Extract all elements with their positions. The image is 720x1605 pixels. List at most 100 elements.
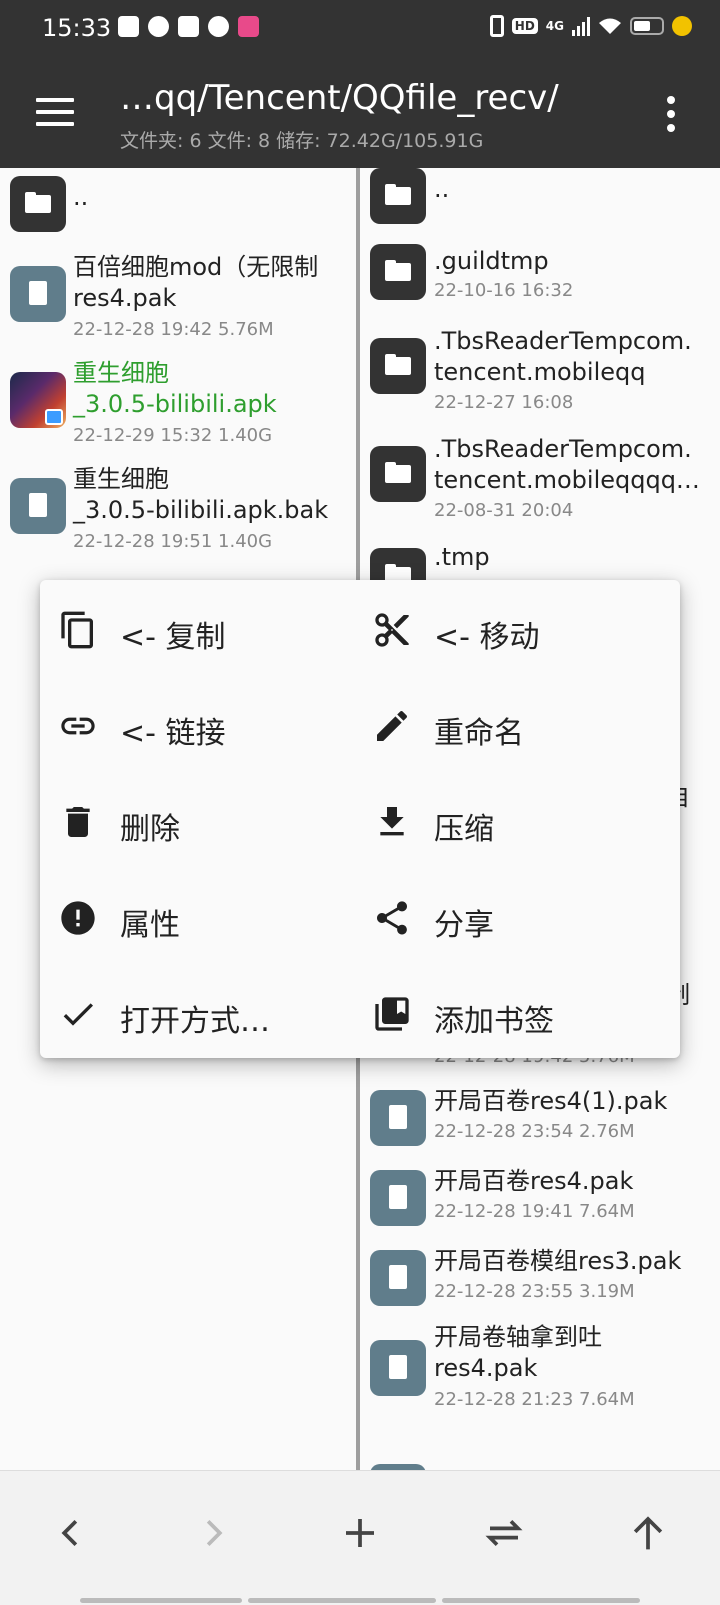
- check-icon: [63, 1003, 93, 1026]
- item-meta: 22-10-16 16:32: [434, 280, 574, 301]
- notification-icons: [118, 16, 259, 37]
- item-name: 重生细胞: [73, 359, 169, 387]
- cut-icon: [375, 613, 409, 647]
- battery-icon: [630, 17, 664, 35]
- link-icon: [61, 717, 95, 735]
- forward-icon[interactable]: [186, 1505, 242, 1561]
- share-icon: [377, 901, 407, 935]
- folder-icon: [370, 446, 426, 502]
- item-meta: 22-12-28 19:42 5.76M: [73, 319, 274, 340]
- bottom-toolbar: [0, 1470, 720, 1605]
- notification-icon: [118, 16, 139, 37]
- move-label: <- 移动: [434, 620, 540, 655]
- item-name: ..: [73, 183, 89, 211]
- compress-menu-item[interactable]: 压缩: [354, 772, 674, 868]
- share-menu-item[interactable]: 分享: [354, 868, 674, 964]
- item-name: 开局百卷res4(1).pak: [434, 1087, 668, 1115]
- item-name-cont: tencent.mobileqqqq…: [434, 466, 700, 494]
- file-icon: [10, 478, 66, 534]
- file-item[interactable]: 开局卷轴拿到吐 res4.pak 22-12-28 21:23 7.64M: [360, 1322, 720, 1418]
- item-name: 开局百卷模组res3.pak: [434, 1247, 682, 1275]
- item-meta: 22-12-28 19:41 7.64M: [434, 1201, 635, 1222]
- link-menu-item[interactable]: <- 链接: [40, 676, 360, 772]
- move-menu-item[interactable]: <- 移动: [354, 580, 674, 676]
- system-icons: HD 4G: [489, 15, 692, 37]
- folder-item[interactable]: .TbsReaderTempcom. tencent.mobileqqqq… 2…: [360, 435, 720, 532]
- back-icon[interactable]: [42, 1505, 98, 1561]
- file-icon: [370, 1170, 426, 1226]
- file-item[interactable]: 百倍细胞mod（无限制 res4.pak 22-12-28 19:42 5.76…: [0, 250, 356, 346]
- item-meta: 22-08-31 20:04: [434, 500, 574, 521]
- share-label: 分享: [434, 908, 494, 943]
- folder-icon: [370, 338, 426, 394]
- nav-indicator: [442, 1598, 640, 1603]
- item-name: 百倍细胞mod（无限制: [73, 253, 319, 281]
- bookmarks-icon: [375, 997, 409, 1031]
- parent-folder-item[interactable]: ..: [0, 168, 356, 238]
- copy-icon: [61, 611, 93, 649]
- mail-icon: [178, 16, 199, 37]
- wechat-icon: [208, 16, 229, 37]
- item-meta: 22-12-28 19:51 1.40G: [73, 531, 273, 552]
- copy-label: <- 复制: [120, 620, 226, 655]
- item-name: .TbsReaderTempcom.: [434, 435, 692, 463]
- open-with-menu-item[interactable]: 打开方式…: [40, 964, 360, 1060]
- status-bar: 15:33 HD 4G: [0, 0, 720, 58]
- item-meta: 22-12-29 15:32 1.40G: [73, 425, 273, 446]
- add-icon[interactable]: [332, 1505, 388, 1561]
- properties-label: 属性: [120, 908, 180, 943]
- app-notification-icon: [238, 16, 259, 37]
- item-meta: 22-12-28 23:54 2.76M: [434, 1121, 635, 1142]
- folder-item[interactable]: .guildtmp 22-10-16 16:32: [360, 244, 720, 308]
- copy-menu-item[interactable]: <- 复制: [40, 580, 360, 676]
- file-item[interactable]: 开局百卷res4.pak 22-12-28 19:41 7.64M: [360, 1164, 720, 1234]
- item-name: .tmp: [434, 543, 490, 571]
- file-icon: [370, 1090, 426, 1146]
- speed-icon: [148, 16, 169, 37]
- info-alert-icon: [61, 901, 95, 935]
- item-name: 重生细胞: [73, 465, 169, 493]
- parent-folder-item[interactable]: ..: [360, 168, 720, 234]
- open-with-label: 打开方式…: [120, 1004, 270, 1039]
- vibrate-icon: [489, 15, 504, 37]
- properties-menu-item[interactable]: 属性: [40, 868, 360, 964]
- folder-icon: [370, 244, 426, 300]
- item-name-cont: _3.0.5-bilibili.apk.bak: [73, 496, 329, 524]
- current-path: …qq/Tencent/QQfile_recv/: [120, 78, 559, 118]
- file-item[interactable]: 重生细胞 _3.0.5-bilibili.apk.bak 22-12-28 19…: [0, 462, 356, 558]
- storage-stats: 文件夹: 6 文件: 8 储存: 72.42G/105.91G: [120, 130, 484, 152]
- item-name-cont: _3.0.5-bilibili.apk: [73, 390, 277, 418]
- file-item[interactable]: 开局百卷res4(1).pak 22-12-28 23:54 2.76M: [360, 1084, 720, 1154]
- up-arrow-icon[interactable]: [620, 1505, 676, 1561]
- delete-menu-item[interactable]: 删除: [40, 772, 360, 868]
- nav-indicator: [80, 1598, 242, 1603]
- app-bar: …qq/Tencent/QQfile_recv/ 文件夹: 6 文件: 8 储存…: [0, 58, 720, 168]
- menu-icon[interactable]: [36, 98, 74, 126]
- item-meta: 22-12-28 21:23 7.64M: [434, 1389, 635, 1410]
- file-icon: [10, 266, 66, 322]
- bookmark-label: 添加书签: [434, 1004, 554, 1039]
- status-time: 15:33: [42, 14, 112, 42]
- bookmark-menu-item[interactable]: 添加书签: [354, 964, 674, 1060]
- item-name: .guildtmp: [434, 247, 549, 275]
- item-name-cont: res4.pak: [73, 284, 177, 312]
- trash-icon: [66, 807, 90, 837]
- link-label: <- 链接: [120, 716, 226, 751]
- item-name: 开局百卷res4.pak: [434, 1167, 634, 1195]
- file-item[interactable]: 重生细胞 _3.0.5-bilibili.apk 22-12-29 15:32 …: [0, 356, 356, 452]
- compress-label: 压缩: [434, 812, 494, 847]
- item-name-cont: res4.pak: [434, 1354, 538, 1382]
- rename-menu-item[interactable]: 重命名: [354, 676, 674, 772]
- file-icon: [370, 1340, 426, 1396]
- pencil-icon: [377, 710, 408, 741]
- file-item[interactable]: 开局百卷模组res3.pak 22-12-28 23:55 3.19M: [360, 1244, 720, 1314]
- nav-indicator: [248, 1598, 436, 1603]
- item-meta: 22-12-28 23:55 3.19M: [434, 1281, 635, 1302]
- swap-icon[interactable]: [476, 1505, 532, 1561]
- folder-item[interactable]: .TbsReaderTempcom. tencent.mobileqq 22-1…: [360, 327, 720, 424]
- overflow-menu-icon[interactable]: [664, 96, 678, 132]
- apk-icon: [10, 372, 66, 428]
- network-type: 4G: [545, 19, 564, 33]
- rename-label: 重命名: [434, 716, 524, 751]
- item-name: ..: [434, 175, 450, 203]
